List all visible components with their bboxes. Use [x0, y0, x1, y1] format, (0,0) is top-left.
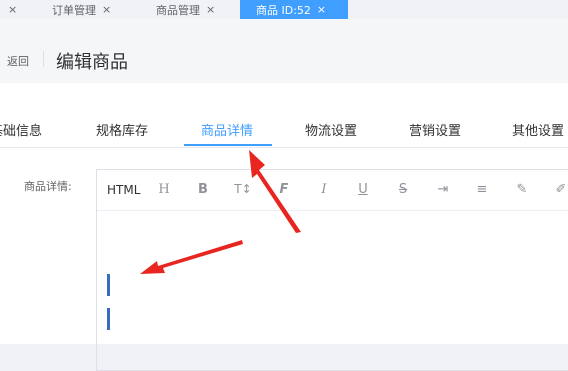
- italic-icon[interactable]: I: [315, 182, 333, 197]
- html-mode-button[interactable]: HTML: [107, 183, 140, 197]
- brush-icon[interactable]: ✎: [513, 182, 531, 197]
- tab-basic-info[interactable]: 基础信息: [0, 120, 42, 139]
- back-link[interactable]: 返回: [7, 53, 29, 69]
- active-tab-indicator: [184, 144, 272, 146]
- close-icon[interactable]: ×: [317, 3, 326, 16]
- tab-previous[interactable]: ×: [0, 0, 17, 19]
- font-size-icon[interactable]: T↕: [234, 182, 252, 196]
- close-icon[interactable]: ×: [206, 3, 215, 16]
- tab-spec-stock[interactable]: 规格库存: [96, 120, 148, 139]
- strikethrough-icon[interactable]: S: [394, 182, 412, 197]
- tab-other[interactable]: 其他设置: [512, 120, 564, 139]
- tab-orders[interactable]: 订单管理 ×: [52, 0, 111, 19]
- bold-icon[interactable]: B: [194, 182, 212, 197]
- heading-icon[interactable]: H: [155, 182, 173, 197]
- close-icon[interactable]: ×: [8, 3, 17, 16]
- editor-toolbar: HTML H B T↕ F I U S ⇥ ≡ ✎ ✐: [97, 170, 568, 211]
- underline-icon[interactable]: U: [354, 182, 372, 197]
- tab-label: 商品管理: [156, 3, 200, 17]
- line-height-icon[interactable]: ≡: [473, 182, 491, 197]
- text-caret: [107, 274, 110, 296]
- tab-products[interactable]: 商品管理 ×: [156, 0, 215, 19]
- tab-label: 订单管理: [52, 3, 96, 17]
- rich-text-editor: HTML H B T↕ F I U S ⇥ ≡ ✎ ✐: [96, 169, 568, 371]
- page-title: 编辑商品: [56, 52, 128, 73]
- header-divider: [43, 51, 44, 67]
- font-icon[interactable]: F: [275, 182, 293, 197]
- close-icon[interactable]: ×: [102, 3, 111, 16]
- edit-product-card: 返回 编辑商品 基础信息 规格库存 商品详情 物流设置 营销设置 其他设置 商品…: [0, 19, 568, 371]
- product-subtabs: 基础信息 规格库存 商品详情 物流设置 营销设置 其他设置: [0, 111, 568, 148]
- tab-label: 商品 ID:52: [256, 3, 311, 17]
- color-icon[interactable]: ✐: [552, 182, 568, 197]
- field-label: 商品详情:: [24, 180, 72, 193]
- tab-marketing[interactable]: 营销设置: [409, 120, 461, 139]
- tab-product-52[interactable]: 商品 ID:52 ×: [240, 0, 348, 19]
- tab-logistics[interactable]: 物流设置: [305, 120, 357, 139]
- indent-icon[interactable]: ⇥: [434, 182, 452, 197]
- text-caret: [107, 308, 110, 330]
- tab-strip: × 订单管理 × 商品管理 × 商品 ID:52 ×: [0, 0, 568, 19]
- tab-product-detail[interactable]: 商品详情: [201, 120, 253, 139]
